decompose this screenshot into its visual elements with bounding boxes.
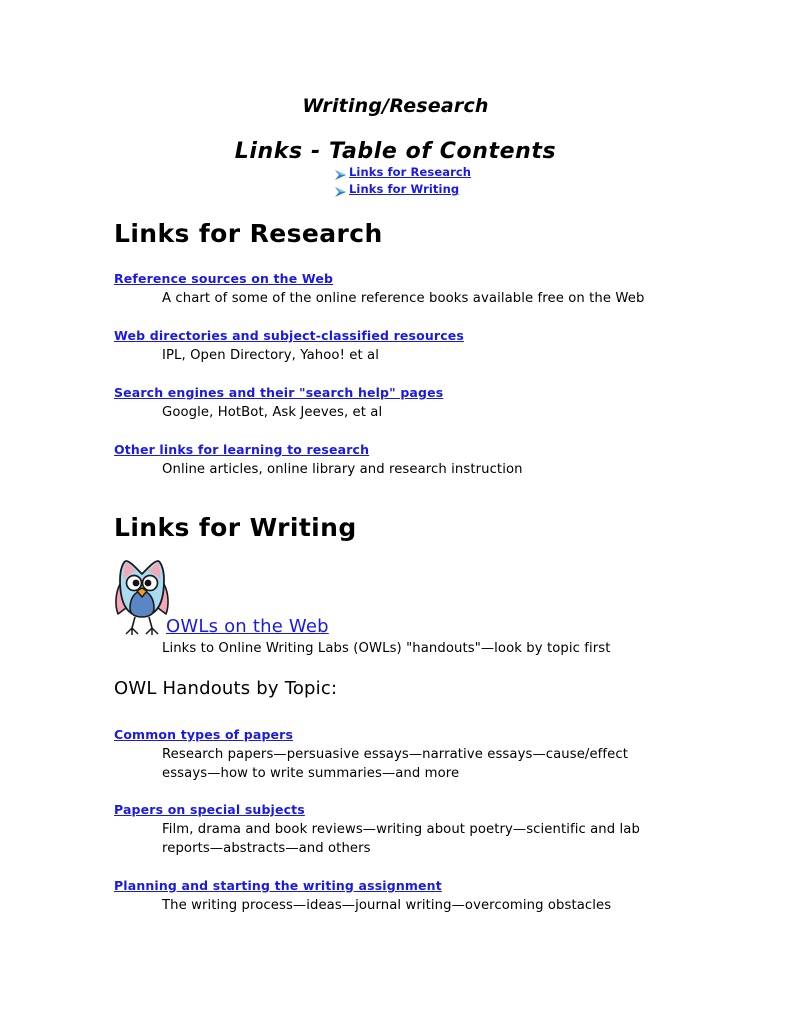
entry-other-links-learning-to-research: Other links for learning to research Onl… (114, 439, 714, 479)
entry-web-directories: Web directories and subject-classified r… (114, 325, 714, 365)
link-owls-on-the-web[interactable]: OWLs on the Web (166, 616, 329, 637)
entry-description: A chart of some of the online reference … (162, 291, 645, 306)
table-of-contents-title: Links - Table of Contents (234, 139, 557, 164)
toc-item-links-for-research[interactable]: Links for Research (334, 164, 634, 180)
owl-block: OWLs on the Web Links to Online Writing … (114, 558, 714, 658)
entry-reference-sources: Reference sources on the Web A chart of … (114, 268, 714, 308)
owl-illustration-icon (114, 558, 170, 636)
entry-description: IPL, Open Directory, Yahoo! et al (162, 348, 379, 363)
toc-link-label[interactable]: Links for Writing (349, 182, 459, 196)
entry-description: Google, HotBot, Ask Jeeves, et al (162, 405, 383, 420)
entry-description: The writing process—ideas—journal writin… (162, 898, 612, 913)
table-of-contents-list: Links for Research Links for Writing (334, 164, 634, 198)
entry-common-types-of-papers: Common types of papers Research papers—p… (114, 724, 714, 783)
document-page: Writing/Research Links - Table of Conten… (0, 0, 791, 1024)
link-reference-sources-on-the-web[interactable]: Reference sources on the Web (114, 271, 333, 286)
entry-planning-and-starting-the-writing-assignment: Planning and starting the writing assign… (114, 875, 714, 915)
subheading-owl-handouts-by-topic: OWL Handouts by Topic: (114, 678, 338, 699)
entry-papers-on-special-subjects: Papers on special subjects Film, drama a… (114, 799, 714, 858)
entry-description: Research papers—persuasive essays—narrat… (162, 747, 628, 781)
link-other-links-for-learning-to-research[interactable]: Other links for learning to research (114, 442, 369, 457)
section-heading-links-for-writing: Links for Writing (114, 513, 357, 542)
toc-item-links-for-writing[interactable]: Links for Writing (334, 181, 634, 197)
entry-description: Film, drama and book reviews—writing abo… (162, 822, 640, 856)
toc-link-label[interactable]: Links for Research (349, 165, 471, 179)
link-common-types-of-papers[interactable]: Common types of papers (114, 727, 293, 742)
section-heading-links-for-research: Links for Research (114, 219, 383, 248)
entry-description: Online articles, online library and rese… (162, 462, 523, 477)
link-search-engines-and-their-search-help-pages[interactable]: Search engines and their "search help" p… (114, 385, 443, 400)
document-title: Writing/Research (302, 95, 489, 117)
arrow-right-bullet-icon (334, 166, 348, 180)
link-planning-and-starting-the-writing-assignment[interactable]: Planning and starting the writing assign… (114, 878, 442, 893)
owl-description: Links to Online Writing Labs (OWLs) "han… (162, 641, 611, 656)
link-web-directories-and-subject-classified-resources[interactable]: Web directories and subject-classified r… (114, 328, 464, 343)
entry-search-engines: Search engines and their "search help" p… (114, 382, 714, 422)
link-papers-on-special-subjects[interactable]: Papers on special subjects (114, 802, 305, 817)
arrow-right-bullet-icon (334, 183, 348, 197)
